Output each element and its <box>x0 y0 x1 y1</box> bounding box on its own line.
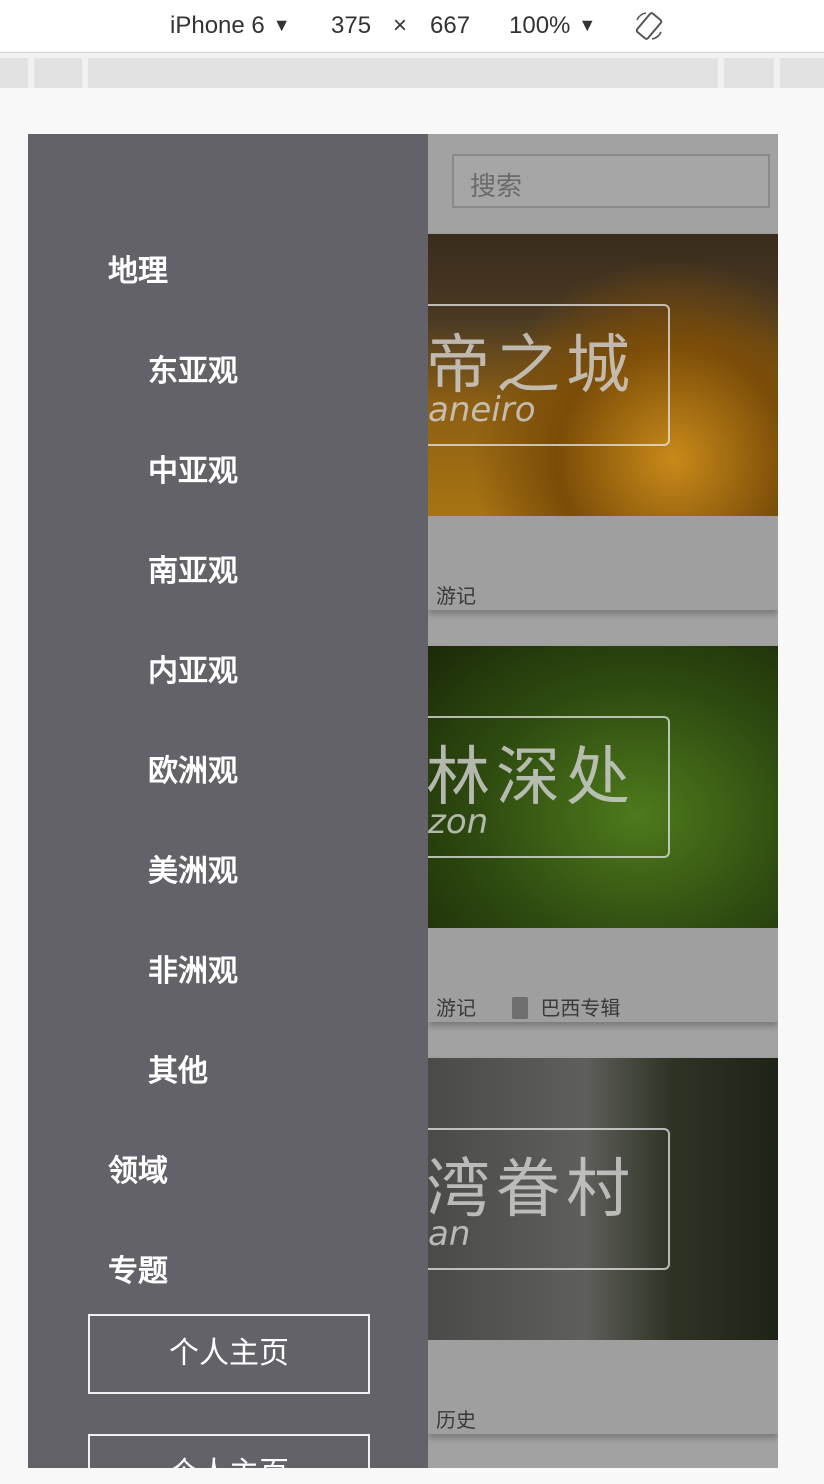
device-select[interactable]: iPhone 6 ▼ <box>170 12 291 40</box>
nav-central-asia[interactable]: 中亚观 <box>148 446 238 490</box>
profile-button[interactable]: 个人主页 <box>88 1314 370 1394</box>
article-card[interactable]: 林深处 zon 游记 巴西专辑 <box>428 646 778 1022</box>
dropdown-arrow-icon: ▼ <box>578 15 597 35</box>
album-link[interactable]: 巴西专辑 <box>512 996 620 1020</box>
ruler-segment <box>0 58 28 88</box>
category-tag[interactable]: 历史 <box>436 1408 476 1432</box>
device-name: iPhone 6 <box>170 12 265 39</box>
device-viewport: 搜索 帝之城 aneiro 游记 林深处 zon 游记 巴西专辑 湾眷村 an … <box>28 134 778 1468</box>
nav-geography[interactable]: 地理 <box>108 246 168 290</box>
profile-button-2[interactable]: 个人主页 <box>88 1434 370 1468</box>
card-meta: 游记 巴西专辑 <box>436 992 620 1021</box>
ruler-segment <box>780 58 824 88</box>
rotate-icon[interactable] <box>634 10 664 42</box>
search-input[interactable]: 搜索 <box>452 154 770 208</box>
ruler-segment <box>88 58 718 88</box>
zoom-value: 100% <box>509 12 571 39</box>
ruler-segment <box>34 58 82 88</box>
article-image: 帝之城 aneiro <box>428 234 778 516</box>
ruler-segment <box>724 58 774 88</box>
book-icon <box>512 997 529 1019</box>
article-image: 湾眷村 an <box>428 1058 778 1340</box>
article-card[interactable]: 帝之城 aneiro 游记 <box>428 234 778 610</box>
category-tag[interactable]: 游记 <box>436 996 476 1020</box>
image-subtitle: aneiro <box>428 390 536 430</box>
nav-europe[interactable]: 欧洲观 <box>148 746 238 790</box>
article-card[interactable]: 湾眷村 an 历史 <box>428 1058 778 1434</box>
album-label: 巴西专辑 <box>540 996 621 1020</box>
nav-fields[interactable]: 领域 <box>108 1146 168 1190</box>
nav-other[interactable]: 其他 <box>148 1046 208 1090</box>
nav-inner-asia[interactable]: 内亚观 <box>148 646 238 690</box>
zoom-select[interactable]: 100% ▼ <box>509 12 596 40</box>
nav-topics[interactable]: 专题 <box>108 1246 168 1290</box>
card-meta: 游记 <box>436 580 476 609</box>
device-toolbar: iPhone 6 ▼ 375 × 667 100% ▼ <box>0 0 824 53</box>
main-content: 搜索 帝之城 aneiro 游记 林深处 zon 游记 巴西专辑 湾眷村 an … <box>428 134 778 1468</box>
media-query-bar <box>0 54 824 88</box>
category-tag[interactable]: 游记 <box>436 584 476 608</box>
times-sign: × <box>393 12 408 39</box>
nav-africa[interactable]: 非洲观 <box>148 946 238 990</box>
nav-east-asia[interactable]: 东亚观 <box>148 346 238 390</box>
image-subtitle: zon <box>428 802 489 842</box>
nav-americas[interactable]: 美洲观 <box>148 846 238 890</box>
side-drawer: 地理 东亚观 中亚观 南亚观 内亚观 欧洲观 美洲观 非洲观 其他 领域 专题 … <box>28 134 428 1468</box>
image-subtitle: an <box>428 1214 471 1254</box>
height-input[interactable]: 667 <box>430 12 470 40</box>
nav-south-asia[interactable]: 南亚观 <box>148 546 238 590</box>
width-input[interactable]: 375 <box>331 12 371 40</box>
dropdown-arrow-icon: ▼ <box>272 15 291 35</box>
article-image: 林深处 zon <box>428 646 778 928</box>
card-meta: 历史 <box>436 1404 476 1433</box>
